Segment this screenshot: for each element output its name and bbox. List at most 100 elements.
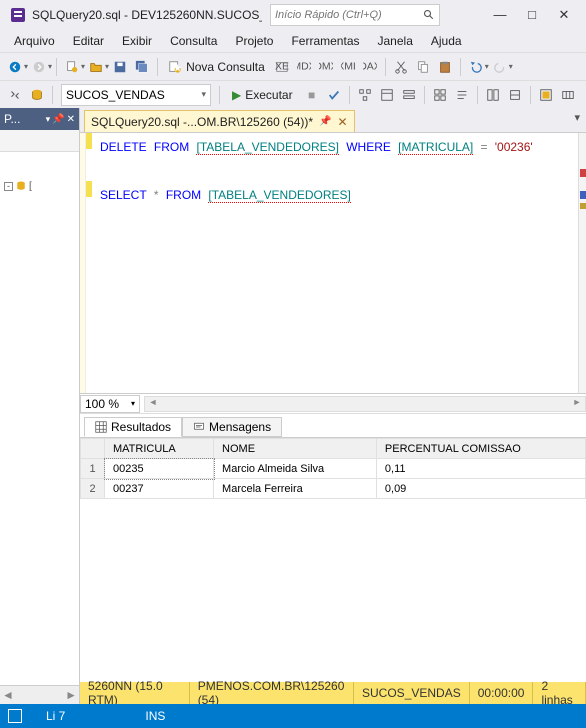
query-options-button[interactable] [398, 84, 420, 106]
code-area[interactable]: DELETE FROM [TABELA_VENDEDORES] WHERE [M… [92, 133, 586, 393]
misc-icon-1[interactable] [482, 84, 504, 106]
tab-label: SQLQuery20.sql -...OM.BR\125260 (54))* [91, 115, 313, 129]
cut-button[interactable] [390, 56, 412, 78]
execute-button[interactable]: ▶ Executar [224, 88, 301, 102]
status-line: Li 7 [46, 709, 65, 723]
misc-icon-3[interactable] [535, 84, 557, 106]
document-tab-active[interactable]: SQLQuery20.sql -...OM.BR\125260 (54))* 📌… [84, 110, 355, 132]
play-icon: ▶ [232, 88, 241, 102]
redo-button[interactable]: ▾ [489, 56, 513, 78]
open-button[interactable]: ▾ [85, 56, 109, 78]
menu-projeto[interactable]: Projeto [227, 32, 281, 50]
parse-button[interactable] [323, 84, 345, 106]
zoom-value: 100 % [85, 397, 119, 411]
paste-button[interactable] [434, 56, 456, 78]
dax-icon[interactable]: DAX [359, 56, 381, 78]
save-button[interactable] [109, 56, 131, 78]
forward-button[interactable]: ▾ [28, 56, 52, 78]
table-row[interactable]: 1 00235 Marcio Almeida Silva 0,11 [81, 459, 586, 479]
cell-nome[interactable]: Marcio Almeida Silva [214, 459, 377, 479]
dmx-icon[interactable]: DMX [315, 56, 337, 78]
cell-matricula[interactable]: 00237 [105, 479, 214, 499]
undo-button[interactable]: ▾ [465, 56, 489, 78]
tab-close-icon[interactable]: ✕ [338, 115, 348, 129]
close-button[interactable]: ✕ [552, 7, 576, 23]
change-connection-icon[interactable] [4, 84, 26, 106]
chevron-down-icon: ▾ [201, 89, 206, 100]
app-status-bar: Li 7 INS [0, 704, 586, 728]
query-status-bar: 5260NN (15.0 RTM) PMENOS.COM.BR\125260 (… [80, 682, 586, 704]
editor-footer: 100 % ▾ ◄► [80, 393, 586, 413]
main-area: P... ▾ 📌 ✕ - [ ◄► SQLQuery20.sql -...OM.… [0, 108, 586, 704]
tabwell-dropdown-icon[interactable]: ▾ [574, 111, 580, 124]
menu-editar[interactable]: Editar [65, 32, 112, 50]
misc-icon-2[interactable] [504, 84, 526, 106]
database-selector[interactable]: SUCOS_VENDAS ▾ [61, 84, 211, 106]
panel-close-icon[interactable]: ✕ [67, 114, 75, 125]
maximize-button[interactable]: □ [520, 7, 544, 23]
results-grid-button[interactable] [429, 84, 451, 106]
xmla-icon[interactable]: XML [337, 56, 359, 78]
tab-resultados[interactable]: Resultados [84, 417, 182, 437]
svg-text:MDX: MDX [297, 60, 311, 72]
zoom-selector[interactable]: 100 % ▾ [80, 395, 140, 413]
copy-button[interactable] [412, 56, 434, 78]
menu-bar: Arquivo Editar Exibir Consulta Projeto F… [0, 30, 586, 52]
overview-ruler[interactable] [578, 133, 586, 393]
row-number[interactable]: 2 [81, 479, 105, 499]
svg-text:XML: XML [341, 60, 355, 72]
table-row[interactable]: 2 00237 Marcela Ferreira 0,09 [81, 479, 586, 499]
save-all-button[interactable] [131, 56, 153, 78]
available-databases-icon[interactable] [26, 84, 48, 106]
tab-mensagens[interactable]: Mensagens [182, 417, 282, 437]
minimize-button[interactable]: — [488, 7, 512, 23]
col-nome[interactable]: NOME [214, 439, 377, 459]
editor-hscroll[interactable]: ◄► [144, 396, 586, 412]
row-number[interactable]: 1 [81, 459, 105, 479]
include-plan-button[interactable] [376, 84, 398, 106]
menu-ajuda[interactable]: Ajuda [423, 32, 470, 50]
menu-consulta[interactable]: Consulta [162, 32, 225, 50]
cell-nome[interactable]: Marcela Ferreira [214, 479, 377, 499]
nova-consulta-button[interactable]: ★ Nova Consulta [162, 60, 271, 74]
toolbar-standard: ▾ ▾ ▾ ▾ ★ Nova Consulta XE MDX DMX XML D… [0, 52, 586, 80]
sql-editor[interactable]: DELETE FROM [TABELA_VENDEDORES] WHERE [M… [80, 133, 586, 393]
object-explorer-header[interactable]: P... ▾ 📌 ✕ [0, 108, 79, 130]
search-icon [423, 9, 435, 21]
results-grid[interactable]: MATRICULA NOME PERCENTUAL COMISSAO 1 002… [80, 437, 586, 682]
results-text-button[interactable] [451, 84, 473, 106]
quick-launch-input[interactable] [275, 9, 423, 21]
menu-ferramentas[interactable]: Ferramentas [283, 32, 367, 50]
app-icon [10, 7, 26, 23]
tab-pin-icon[interactable]: 📌 [319, 116, 331, 127]
cell-pct[interactable]: 0,11 [376, 459, 585, 479]
mdx-icon[interactable]: MDX [293, 56, 315, 78]
menu-janela[interactable]: Janela [370, 32, 421, 50]
display-plan-button[interactable] [354, 84, 376, 106]
object-explorer-tree[interactable]: - [ [0, 152, 79, 686]
grid-corner[interactable] [81, 439, 105, 459]
resultados-label: Resultados [111, 420, 171, 434]
execute-label: Executar [245, 88, 292, 102]
toolbar-sql: SUCOS_VENDAS ▾ ▶ Executar ■ [0, 80, 586, 108]
pin-icon[interactable]: 📌 [52, 114, 64, 125]
back-button[interactable]: ▾ [4, 56, 28, 78]
xe-icon[interactable]: XE [271, 56, 293, 78]
stop-button[interactable]: ■ [301, 84, 323, 106]
cell-pct[interactable]: 0,09 [376, 479, 585, 499]
tree-expand-icon[interactable]: - [4, 182, 13, 191]
mensagens-label: Mensagens [209, 420, 271, 434]
col-matricula[interactable]: MATRICULA [105, 439, 214, 459]
cell-matricula[interactable]: 00235 [105, 459, 214, 479]
new-query-button[interactable]: ▾ [61, 56, 85, 78]
panel-dropdown-icon[interactable]: ▾ [46, 114, 51, 125]
sidebar-hscroll[interactable]: ◄► [0, 686, 79, 704]
svg-text:DMX: DMX [319, 60, 333, 72]
misc-icon-4[interactable] [557, 84, 579, 106]
editor-column: SQLQuery20.sql -...OM.BR\125260 (54))* 📌… [80, 108, 586, 704]
grid-icon [95, 421, 107, 433]
quick-launch-box[interactable] [270, 4, 440, 26]
col-percentual[interactable]: PERCENTUAL COMISSAO [376, 439, 585, 459]
menu-arquivo[interactable]: Arquivo [6, 32, 63, 50]
menu-exibir[interactable]: Exibir [114, 32, 160, 50]
